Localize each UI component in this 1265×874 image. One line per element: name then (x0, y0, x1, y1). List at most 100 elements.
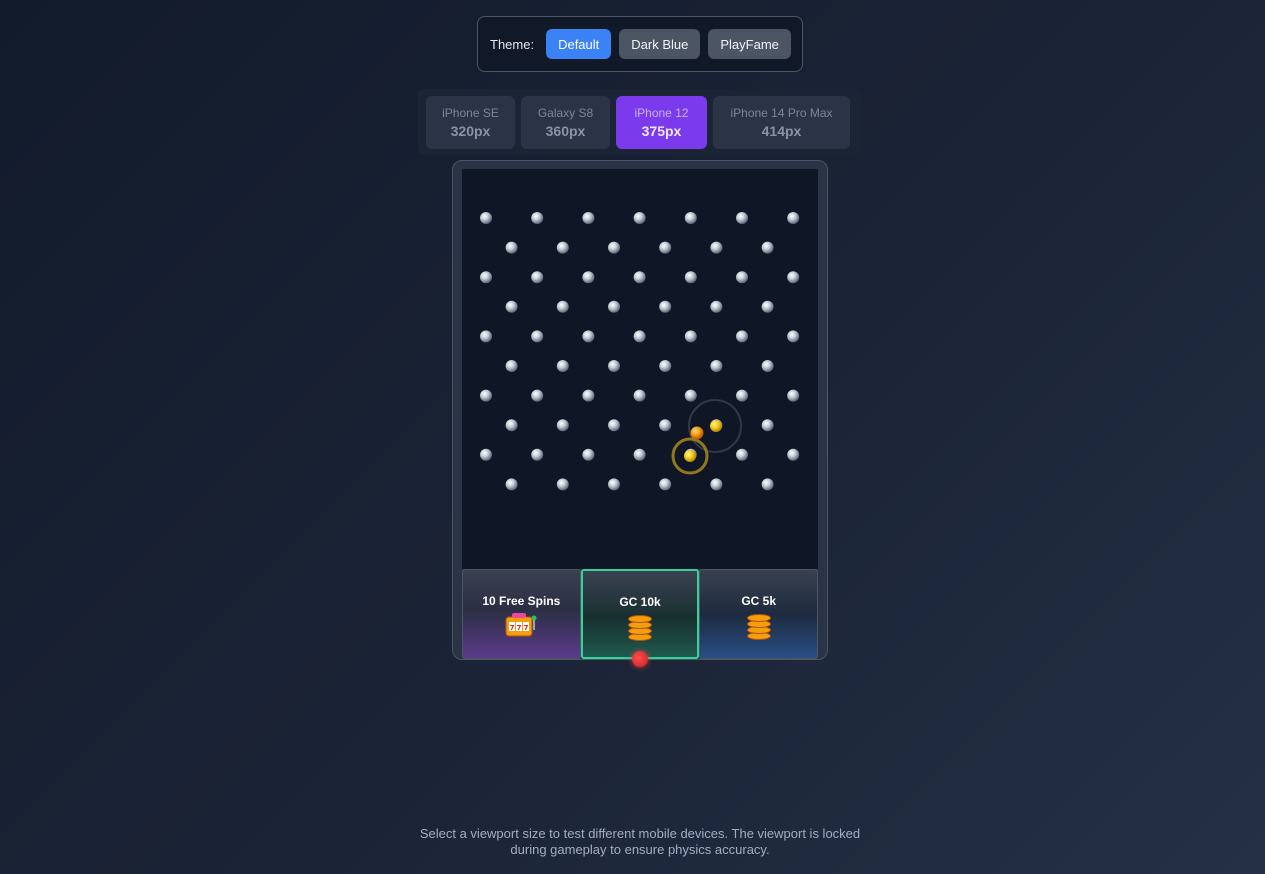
peg (608, 478, 620, 491)
peg (582, 212, 595, 224)
viewport-name: Galaxy S8 (537, 105, 594, 120)
peg (787, 271, 800, 284)
svg-text:7: 7 (510, 624, 515, 632)
peg (480, 330, 492, 343)
peg (608, 419, 620, 432)
ball (690, 426, 704, 440)
peg (659, 300, 672, 313)
peg (684, 212, 697, 224)
peg (556, 300, 569, 313)
peg (787, 212, 800, 224)
peg (608, 360, 620, 372)
theme-playfame-button[interactable]: PlayFame (708, 29, 791, 59)
viewport-size: 375px (641, 122, 682, 139)
viewport-iphone-14-pro-max-button[interactable]: iPhone 14 Pro Max 414px (713, 95, 850, 149)
landing-marker (632, 651, 648, 667)
prize-slot-gc-5k: GC 5k (699, 569, 819, 659)
viewport-name: iPhone SE (442, 105, 499, 120)
ball (710, 420, 722, 432)
peg (633, 448, 646, 461)
viewport-selector: iPhone SE 320px Galaxy S8 360px iPhone 1… (418, 89, 862, 155)
peg (787, 330, 800, 343)
peg (531, 448, 544, 461)
peg (480, 448, 492, 461)
peg (505, 478, 518, 491)
peg (633, 271, 646, 284)
slot-machine-icon: 7 7 7 (505, 613, 537, 637)
peg (582, 271, 595, 284)
ball (684, 450, 696, 462)
viewport-name: iPhone 14 Pro Max (730, 105, 833, 120)
svg-text:7: 7 (517, 624, 522, 632)
slot-label: GC 5k (741, 594, 777, 608)
peg (736, 212, 748, 224)
peg (633, 389, 646, 402)
peg (710, 478, 723, 491)
viewport-iphone-12-button[interactable]: iPhone 12 375px (616, 95, 707, 149)
peg (608, 241, 620, 254)
prize-slot-gc-10k: GC 10k (580, 569, 700, 667)
peg (710, 360, 723, 372)
svg-text:7: 7 (524, 624, 529, 632)
peg (684, 271, 697, 284)
peg (582, 330, 595, 343)
peg (480, 389, 492, 402)
theme-label: Theme: (490, 36, 535, 52)
peg (787, 448, 800, 461)
peg (633, 330, 646, 343)
device-frame: 10 Free Spins 7 7 7 GC 10k GC 5k (452, 160, 828, 667)
peg (710, 241, 723, 254)
viewport-iphone-se-button[interactable]: iPhone SE 320px (426, 95, 515, 149)
peg (556, 419, 569, 432)
peg (710, 300, 723, 313)
peg (505, 419, 518, 432)
peg (684, 330, 697, 343)
peg (480, 212, 492, 224)
plinko-board[interactable] (462, 169, 818, 569)
peg (659, 360, 672, 372)
peg (505, 241, 518, 254)
viewport-name: iPhone 12 (634, 105, 689, 120)
viewport-galaxy-s8-button[interactable]: Galaxy S8 360px (521, 95, 610, 149)
viewport-size: 414px (761, 122, 802, 139)
peg (787, 389, 800, 402)
peg (761, 241, 774, 254)
slot-label: GC 10k (619, 595, 661, 609)
peg (582, 389, 595, 402)
peg (659, 241, 672, 254)
peg (505, 360, 518, 372)
theme-switcher: Theme: Default Dark Blue PlayFame (477, 16, 803, 72)
theme-dark-blue-button[interactable]: Dark Blue (619, 29, 701, 59)
peg (582, 448, 595, 461)
peg (505, 300, 518, 313)
prize-slots: 10 Free Spins 7 7 7 GC 10k GC 5k (462, 569, 819, 667)
peg (633, 212, 646, 224)
peg (736, 271, 748, 284)
peg (761, 360, 774, 372)
peg (556, 360, 569, 372)
peg (480, 271, 492, 284)
peg (684, 389, 697, 402)
footer-hint: Select a viewport size to test different… (419, 826, 861, 857)
peg (736, 389, 748, 402)
slot-label: 10 Free Spins (482, 594, 561, 608)
coins-icon (625, 613, 655, 641)
peg (761, 300, 774, 313)
peg (531, 330, 544, 343)
peg (659, 419, 672, 432)
peg (761, 419, 774, 432)
peg (608, 300, 620, 313)
peg (736, 448, 748, 461)
peg (531, 389, 544, 402)
peg (556, 478, 569, 491)
peg (531, 271, 544, 284)
theme-default-button[interactable]: Default (546, 29, 612, 59)
peg (556, 241, 569, 254)
plinko-canvas (480, 212, 800, 491)
coins-icon (744, 612, 774, 640)
peg (531, 212, 544, 224)
peg (761, 478, 774, 491)
prize-slot-free-spins: 10 Free Spins 7 7 7 (462, 569, 581, 659)
viewport-size: 320px (450, 122, 491, 139)
peg (659, 478, 672, 491)
